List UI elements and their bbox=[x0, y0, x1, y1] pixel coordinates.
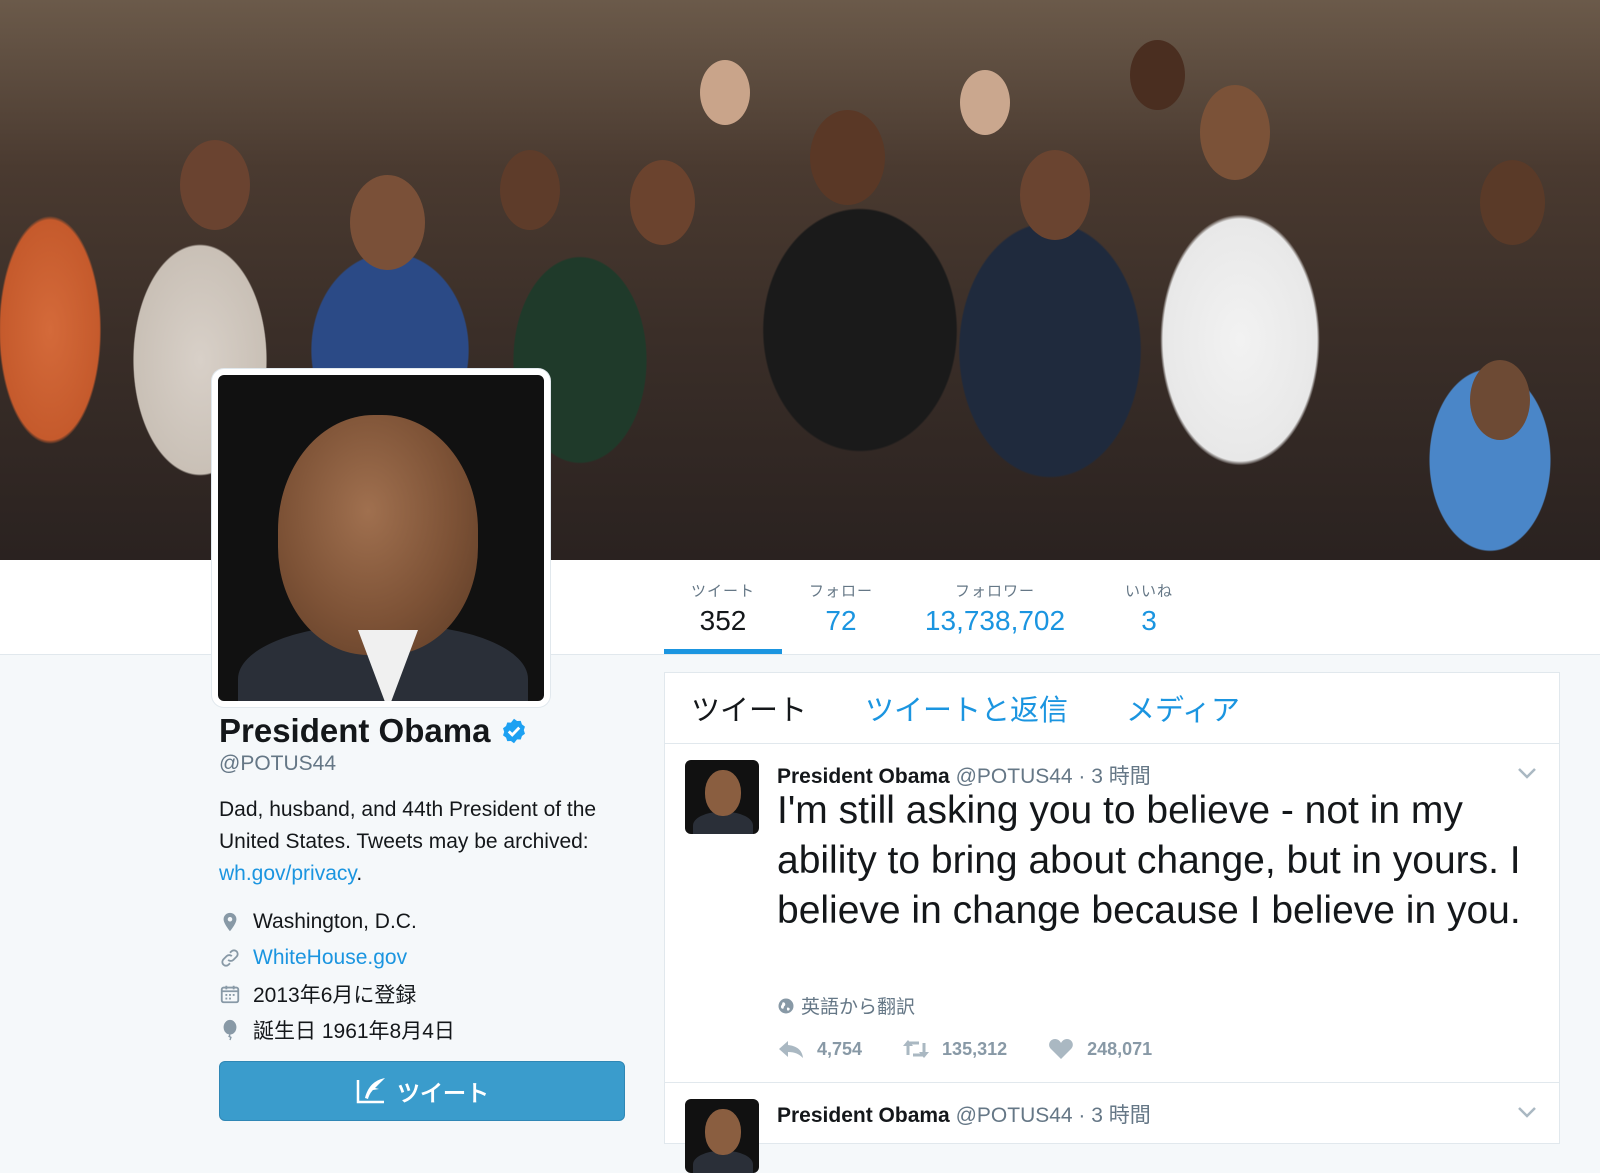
translate-text: 英語から翻訳 bbox=[801, 997, 916, 1018]
stat-tweets-value: 352 bbox=[699, 605, 747, 636]
stat-tweets-label: ツイート bbox=[690, 583, 755, 600]
stat-likes-value: 3 bbox=[1141, 605, 1157, 636]
heart-icon bbox=[1049, 1039, 1073, 1059]
tweet-actions: 4,754 135,312 248,071 bbox=[777, 1038, 1192, 1060]
stat-tweets[interactable]: ツイート 352 bbox=[664, 560, 782, 654]
location-pin-icon bbox=[223, 912, 237, 932]
like-count: 248,071 bbox=[1087, 1038, 1153, 1059]
birthday-text: 誕生日 1961年8月4日 bbox=[253, 1020, 455, 1043]
retweet-action[interactable]: 135,312 bbox=[902, 1038, 1007, 1060]
bio-end: . bbox=[356, 862, 363, 885]
reply-count: 4,754 bbox=[817, 1038, 863, 1059]
profile-website: WhiteHouse.gov bbox=[219, 940, 629, 976]
tab-tweets-and-replies[interactable]: ツイートと返信 bbox=[865, 687, 1068, 729]
timeline-tabs: ツイート ツイートと返信 メディア bbox=[665, 673, 1559, 744]
tweet-handle-time[interactable]: @POTUS44 · 3 時間 bbox=[956, 765, 1151, 788]
tweet-text: I'm still asking you to believe - not in… bbox=[777, 789, 1521, 932]
bio-link[interactable]: wh.gov/privacy bbox=[219, 862, 356, 885]
tweet-item[interactable]: President Obama @POTUS44 · 3 時間 bbox=[665, 1083, 1559, 1173]
profile-bio: Dad, husband, and 44th President of the … bbox=[219, 794, 629, 890]
verified-badge-icon bbox=[503, 718, 526, 744]
timeline: ツイート ツイートと返信 メディア President Obama @POTUS… bbox=[664, 672, 1560, 1173]
profile-location: Washington, D.C. bbox=[219, 904, 629, 940]
stat-following-label: フォロー bbox=[808, 583, 873, 600]
stat-followers[interactable]: フォロワー 13,738,702 bbox=[900, 560, 1090, 654]
profile-birthday: 誕生日 1961年8月4日 bbox=[219, 1012, 629, 1048]
joined-text: 2013年6月に登録 bbox=[253, 984, 417, 1007]
profile-joined: 2013年6月に登録 bbox=[219, 976, 629, 1012]
tweet-item[interactable]: President Obama @POTUS44 · 3 時間 I'm stil… bbox=[665, 744, 1559, 1083]
new-tweet-button[interactable]: ツイート bbox=[219, 1061, 625, 1121]
new-tweet-label: ツイート bbox=[397, 1080, 489, 1106]
tab-tweets[interactable]: ツイート bbox=[691, 687, 807, 729]
translate-link[interactable]: 英語から翻訳 bbox=[777, 992, 915, 1019]
profile-handle[interactable]: @POTUS44 bbox=[219, 752, 629, 776]
tweet-avatar[interactable] bbox=[685, 760, 759, 834]
stat-followers-value: 13,738,702 bbox=[924, 605, 1066, 636]
tweet-handle-time[interactable]: @POTUS44 · 3 時間 bbox=[956, 1104, 1151, 1127]
stat-likes-label: いいね bbox=[1124, 583, 1173, 600]
tweet-header: President Obama @POTUS44 · 3 時間 bbox=[777, 1099, 1151, 1129]
chevron-down-icon[interactable] bbox=[1517, 766, 1537, 780]
globe-icon bbox=[778, 998, 794, 1013]
link-icon bbox=[221, 949, 239, 967]
reply-icon bbox=[779, 1041, 803, 1058]
tweet-author-name[interactable]: President Obama bbox=[777, 765, 950, 788]
stat-following-value: 72 bbox=[825, 605, 857, 636]
stat-likes[interactable]: いいね 3 bbox=[1090, 560, 1208, 654]
tab-media[interactable]: メディア bbox=[1126, 687, 1240, 729]
reply-action[interactable]: 4,754 bbox=[777, 1038, 862, 1060]
profile-avatar[interactable] bbox=[212, 369, 550, 707]
retweet-count: 135,312 bbox=[942, 1038, 1008, 1059]
tweet-avatar[interactable] bbox=[685, 1099, 759, 1173]
bio-text: Dad, husband, and 44th President of the … bbox=[219, 798, 597, 853]
stat-following[interactable]: フォロー 72 bbox=[782, 560, 900, 654]
tweet-author-name[interactable]: President Obama bbox=[777, 1104, 950, 1127]
retweet-icon bbox=[903, 1040, 930, 1058]
stat-followers-label: フォロワー bbox=[954, 583, 1035, 600]
like-action[interactable]: 248,071 bbox=[1047, 1038, 1152, 1060]
chevron-down-icon[interactable] bbox=[1517, 1105, 1537, 1119]
calendar-icon bbox=[220, 985, 240, 1004]
profile-stats: ツイート 352 フォロー 72 フォロワー 13,738,702 いいね 3 bbox=[664, 560, 1208, 654]
profile-name[interactable]: President Obama bbox=[219, 712, 490, 750]
compose-quill-icon bbox=[356, 1078, 385, 1104]
website-link[interactable]: WhiteHouse.gov bbox=[253, 946, 407, 970]
balloon-icon bbox=[223, 1019, 237, 1041]
profile-sidebar: President Obama @POTUS44 Dad, husband, a… bbox=[219, 712, 629, 1048]
location-text: Washington, D.C. bbox=[253, 910, 417, 933]
